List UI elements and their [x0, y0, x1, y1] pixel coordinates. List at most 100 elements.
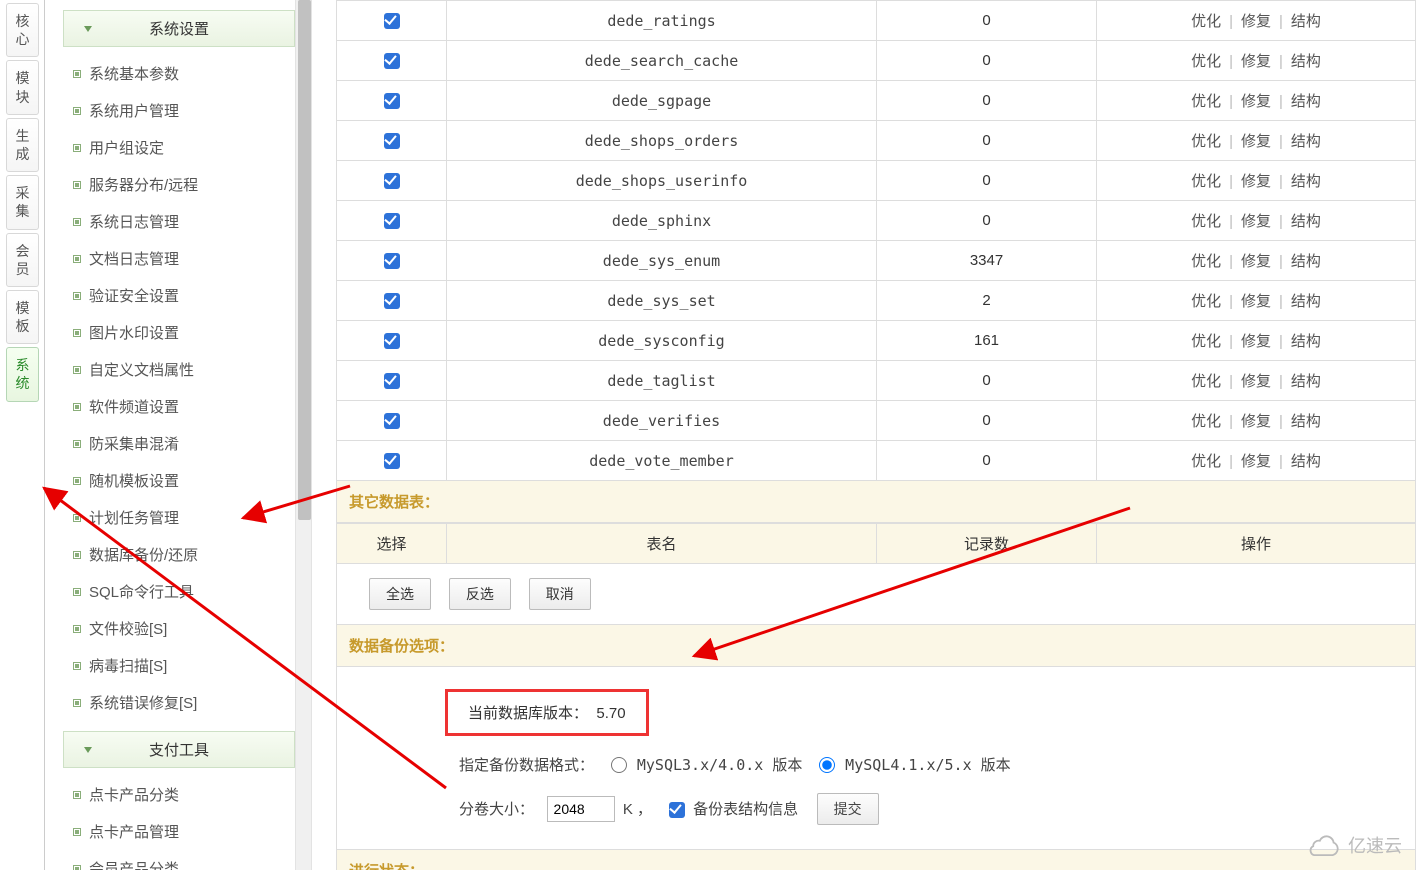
chevron-down-icon — [84, 747, 92, 753]
structure-link[interactable]: 结构 — [1291, 293, 1321, 310]
cancel-selection-button[interactable]: 取消 — [529, 578, 591, 610]
optimize-link[interactable]: 优化 — [1191, 293, 1221, 310]
sidebar-item[interactable]: 系统基本参数 — [45, 55, 305, 92]
repair-link[interactable]: 修复 — [1241, 373, 1271, 390]
row-checkbox[interactable] — [384, 13, 400, 29]
row-checkbox[interactable] — [384, 253, 400, 269]
sidebar-item[interactable]: 软件频道设置 — [45, 388, 305, 425]
repair-link[interactable]: 修复 — [1241, 413, 1271, 430]
repair-link[interactable]: 修复 — [1241, 453, 1271, 470]
bullet-icon — [73, 828, 81, 836]
progress-title: 进行状态： — [336, 850, 1416, 870]
sidebar-item[interactable]: 系统错误修复[S] — [45, 684, 305, 721]
volume-input[interactable] — [547, 796, 615, 822]
structure-link[interactable]: 结构 — [1291, 453, 1321, 470]
row-actions-cell: 优化|修复|结构 — [1097, 161, 1416, 201]
sidebar-item-label: 点卡产品管理 — [89, 824, 179, 841]
repair-link[interactable]: 修复 — [1241, 213, 1271, 230]
watermark: 亿速云 — [1306, 832, 1402, 858]
tab-module[interactable]: 模块 — [6, 60, 39, 114]
repair-link[interactable]: 修复 — [1241, 173, 1271, 190]
repair-link[interactable]: 修复 — [1241, 293, 1271, 310]
sidebar-item[interactable]: 防采集串混淆 — [45, 425, 305, 462]
row-checkbox[interactable] — [384, 373, 400, 389]
structure-link[interactable]: 结构 — [1291, 13, 1321, 30]
table-row: dede_verifies0优化|修复|结构 — [337, 401, 1416, 441]
structure-link[interactable]: 结构 — [1291, 373, 1321, 390]
tab-system[interactable]: 系统 — [6, 347, 39, 401]
optimize-link[interactable]: 优化 — [1191, 53, 1221, 70]
backup-structure-checkbox[interactable] — [669, 802, 685, 818]
sidebar-item[interactable]: 自定义文档属性 — [45, 351, 305, 388]
structure-link[interactable]: 结构 — [1291, 213, 1321, 230]
optimize-link[interactable]: 优化 — [1191, 333, 1221, 350]
sidebar-item[interactable]: 服务器分布/远程 — [45, 166, 305, 203]
structure-link[interactable]: 结构 — [1291, 173, 1321, 190]
row-checkbox[interactable] — [384, 333, 400, 349]
structure-link[interactable]: 结构 — [1291, 333, 1321, 350]
accordion-system-settings[interactable]: 系统设置 — [63, 10, 295, 47]
structure-link[interactable]: 结构 — [1291, 253, 1321, 270]
sidebar-item[interactable]: 病毒扫描[S] — [45, 647, 305, 684]
structure-link[interactable]: 结构 — [1291, 53, 1321, 70]
row-checkbox[interactable] — [384, 133, 400, 149]
tab-core[interactable]: 核心 — [6, 3, 39, 57]
optimize-link[interactable]: 优化 — [1191, 373, 1221, 390]
optimize-link[interactable]: 优化 — [1191, 93, 1221, 110]
row-checkbox[interactable] — [384, 213, 400, 229]
table-name-cell: dede_sys_enum — [447, 241, 877, 281]
format-radio-mysql3[interactable] — [611, 757, 627, 773]
sidebar-item[interactable]: 文档日志管理 — [45, 240, 305, 277]
optimize-link[interactable]: 优化 — [1191, 253, 1221, 270]
scrollbar-thumb[interactable] — [298, 0, 311, 520]
row-checkbox[interactable] — [384, 413, 400, 429]
sidebar-item[interactable]: 随机模板设置 — [45, 462, 305, 499]
row-checkbox[interactable] — [384, 293, 400, 309]
structure-link[interactable]: 结构 — [1291, 413, 1321, 430]
repair-link[interactable]: 修复 — [1241, 333, 1271, 350]
row-checkbox[interactable] — [384, 93, 400, 109]
sidebar-item[interactable]: 点卡产品管理 — [45, 813, 305, 850]
record-count-cell: 0 — [877, 441, 1097, 481]
sidebar-item[interactable]: 用户组设定 — [45, 129, 305, 166]
sidebar-item[interactable]: 会员产品分类 — [45, 850, 305, 870]
submit-button[interactable]: 提交 — [817, 793, 879, 825]
structure-link[interactable]: 结构 — [1291, 93, 1321, 110]
optimize-link[interactable]: 优化 — [1191, 173, 1221, 190]
optimize-link[interactable]: 优化 — [1191, 133, 1221, 150]
invert-selection-button[interactable]: 反选 — [449, 578, 511, 610]
tab-collect[interactable]: 采集 — [6, 175, 39, 229]
optimize-link[interactable]: 优化 — [1191, 13, 1221, 30]
db-version-box: 当前数据库版本： 5.70 — [445, 689, 649, 736]
select-all-button[interactable]: 全选 — [369, 578, 431, 610]
row-checkbox[interactable] — [384, 53, 400, 69]
tab-template[interactable]: 模板 — [6, 290, 39, 344]
structure-link[interactable]: 结构 — [1291, 133, 1321, 150]
db-version-label: 当前数据库版本： — [468, 705, 588, 722]
optimize-link[interactable]: 优化 — [1191, 413, 1221, 430]
sidebar-item[interactable]: 图片水印设置 — [45, 314, 305, 351]
repair-link[interactable]: 修复 — [1241, 133, 1271, 150]
sidebar-item[interactable]: 验证安全设置 — [45, 277, 305, 314]
accordion-payment-tools[interactable]: 支付工具 — [63, 731, 295, 768]
tab-member[interactable]: 会员 — [6, 233, 39, 287]
format-radio-mysql4[interactable] — [819, 757, 835, 773]
repair-link[interactable]: 修复 — [1241, 13, 1271, 30]
sidebar-scrollbar[interactable] — [295, 0, 312, 870]
repair-link[interactable]: 修复 — [1241, 93, 1271, 110]
sidebar-item[interactable]: 数据库备份/还原 — [45, 536, 305, 573]
sidebar-item[interactable]: SQL命令行工具 — [45, 573, 305, 610]
sidebar-item[interactable]: 计划任务管理 — [45, 499, 305, 536]
row-checkbox[interactable] — [384, 173, 400, 189]
repair-link[interactable]: 修复 — [1241, 53, 1271, 70]
repair-link[interactable]: 修复 — [1241, 253, 1271, 270]
row-checkbox[interactable] — [384, 453, 400, 469]
tab-generate[interactable]: 生成 — [6, 118, 39, 172]
optimize-link[interactable]: 优化 — [1191, 453, 1221, 470]
optimize-link[interactable]: 优化 — [1191, 213, 1221, 230]
sidebar-item[interactable]: 系统日志管理 — [45, 203, 305, 240]
sidebar-item[interactable]: 文件校验[S] — [45, 610, 305, 647]
sidebar-item-label: 系统错误修复[S] — [89, 695, 197, 712]
sidebar-item[interactable]: 系统用户管理 — [45, 92, 305, 129]
sidebar-item[interactable]: 点卡产品分类 — [45, 776, 305, 813]
